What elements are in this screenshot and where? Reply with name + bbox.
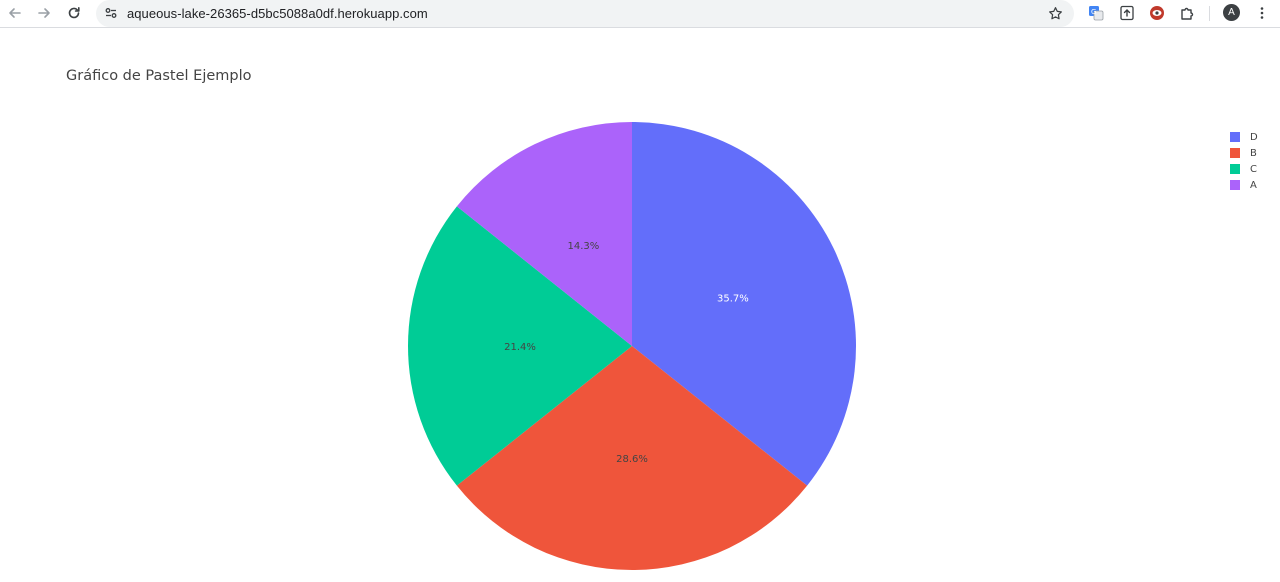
legend-swatch bbox=[1230, 164, 1240, 174]
chart-legend: DBCA bbox=[1230, 129, 1258, 193]
slice-label-A: 14.3% bbox=[568, 241, 600, 252]
legend-label: B bbox=[1250, 147, 1257, 159]
legend-item-C[interactable]: C bbox=[1230, 161, 1258, 177]
legend-label: A bbox=[1250, 179, 1257, 191]
legend-label: C bbox=[1250, 163, 1257, 175]
pie-chart: 35.7% 28.6% 21.4% 14.3% bbox=[408, 122, 857, 570]
legend-item-A[interactable]: A bbox=[1230, 177, 1258, 193]
legend-label: D bbox=[1250, 131, 1258, 143]
legend-swatch bbox=[1230, 132, 1240, 142]
slice-label-B: 28.6% bbox=[616, 454, 648, 465]
legend-item-D[interactable]: D bbox=[1230, 129, 1258, 145]
legend-swatch bbox=[1230, 148, 1240, 158]
slice-label-C: 21.4% bbox=[504, 342, 536, 353]
slice-label-D: 35.7% bbox=[717, 293, 749, 304]
legend-item-B[interactable]: B bbox=[1230, 145, 1258, 161]
legend-swatch bbox=[1230, 180, 1240, 190]
